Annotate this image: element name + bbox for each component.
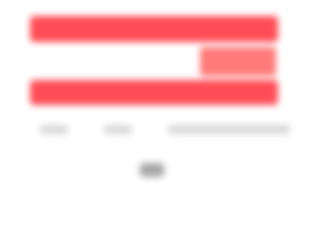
caption-segment-3 xyxy=(168,125,290,134)
caption-segment-2 xyxy=(104,125,132,134)
blurred-image xyxy=(0,0,310,200)
caption-row xyxy=(40,125,290,134)
caption-segment-1 xyxy=(40,125,68,134)
flag-stripe-top xyxy=(30,16,278,42)
bottom-mark xyxy=(140,163,164,177)
flag-stripe-bottom xyxy=(30,80,278,105)
flag-stripe-middle-accent xyxy=(200,47,276,76)
